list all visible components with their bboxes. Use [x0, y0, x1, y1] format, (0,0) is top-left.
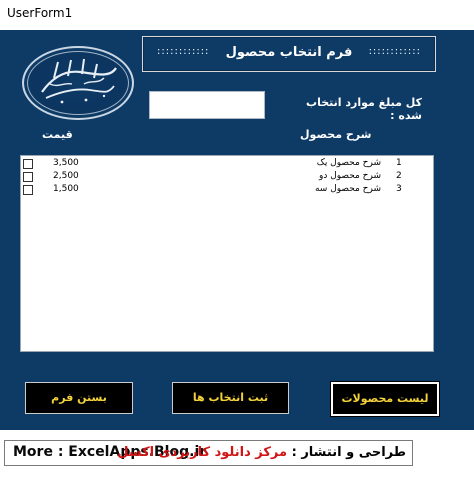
list-item[interactable]: 2,500 شرح محصول دو 2	[21, 171, 433, 184]
footer-banner: More : ExcelApps.Blog.ir طراحی و انتشار …	[4, 440, 413, 466]
list-item[interactable]: 3,500 شرح محصول یک 1	[21, 158, 433, 171]
item-price: 1,500	[53, 184, 79, 194]
calligraphy-logo-icon	[41, 58, 117, 104]
price-column-header: قیمت	[42, 128, 73, 141]
window-title: UserForm1	[7, 6, 73, 20]
logo	[22, 46, 134, 120]
item-number: 3	[396, 184, 402, 194]
credit-prefix: طراحی و انتشار :	[291, 445, 406, 460]
item-description: شرح محصول یک	[316, 158, 381, 168]
title-bar[interactable]: UserForm1	[0, 0, 474, 31]
item-checkbox[interactable]	[23, 172, 33, 182]
form-header-title: فرم انتخاب محصول	[225, 45, 353, 60]
item-checkbox[interactable]	[23, 159, 33, 169]
form-header-frame: :::::::::::: فرم انتخاب محصول ::::::::::…	[142, 36, 436, 72]
product-list[interactable]: 3,500 شرح محصول یک 1 2,500 شرح محصول دو …	[20, 155, 434, 352]
close-form-button[interactable]: بستن فرم	[25, 382, 133, 414]
item-price: 3,500	[53, 158, 79, 168]
item-checkbox[interactable]	[23, 185, 33, 195]
total-amount-field[interactable]	[149, 91, 265, 119]
item-description: شرح محصول دو	[318, 171, 381, 181]
item-description: شرح محصول سه	[314, 184, 381, 194]
product-list-button[interactable]: لیست محصولات	[331, 382, 439, 416]
item-number: 1	[396, 158, 402, 168]
save-selection-button[interactable]: ثبت انتخاب ها	[172, 382, 289, 414]
total-amount-label: کل مبلغ موارد انتخاب شده :	[306, 96, 422, 122]
description-column-header: شرح محصول	[300, 128, 372, 141]
list-item[interactable]: 1,500 شرح محصول سه 3	[21, 184, 433, 197]
credit-name: مرکز دانلود کاربردی اکسل	[117, 445, 288, 460]
credit-text: طراحی و انتشار : مرکز دانلود کاربردی اکس…	[117, 445, 406, 460]
item-number: 2	[396, 171, 402, 181]
header-dots-left: ::::::::::::	[157, 46, 210, 57]
item-price: 2,500	[53, 171, 79, 181]
header-dots-right: ::::::::::::	[368, 46, 421, 57]
